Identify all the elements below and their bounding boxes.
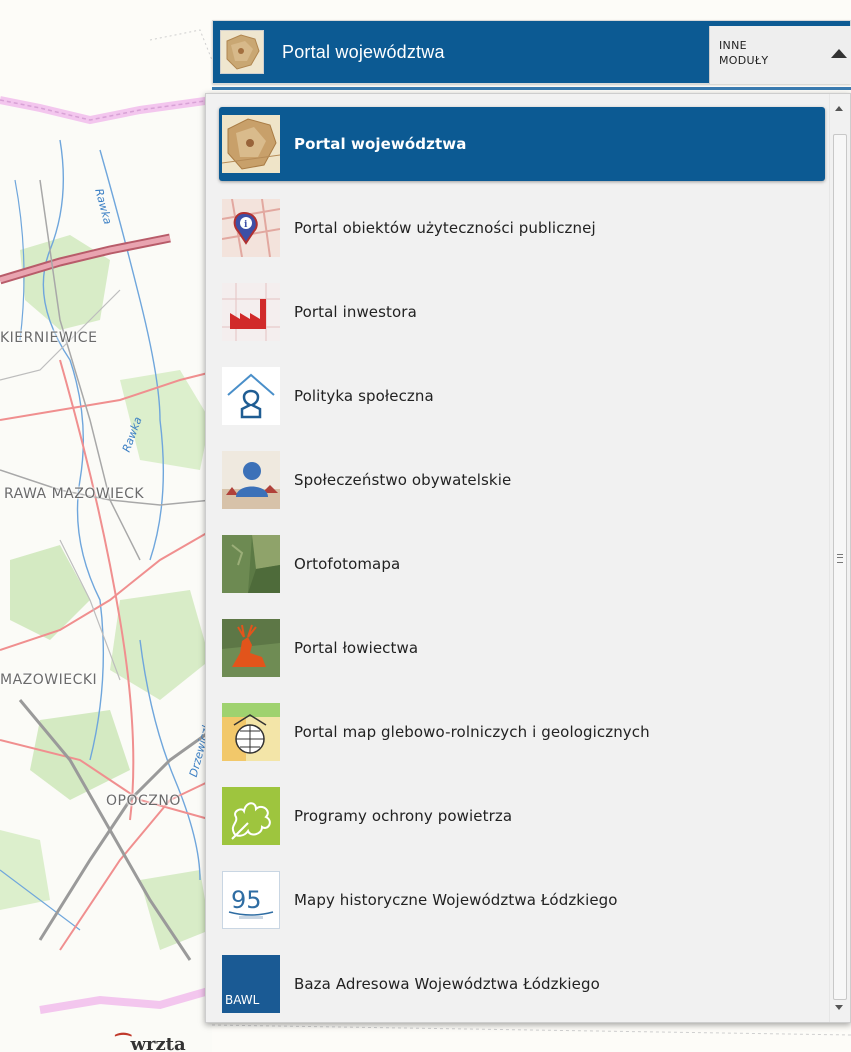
svg-text:95: 95 [231, 886, 262, 914]
portal-selector-header[interactable]: Portal województwa INNE MODUŁY [212, 20, 851, 90]
other-modules-label: INNE MODUŁY [719, 39, 769, 67]
module-item-portal-lowiectwa[interactable]: Portal łowiectwa [219, 611, 825, 685]
info-pin-icon: i [222, 199, 280, 257]
module-label: Portal map glebowo-rolniczych i geologic… [294, 723, 650, 741]
module-item-ochrona-powietrza[interactable]: Programy ochrony powietrza [219, 779, 825, 853]
module-label: Mapy historyczne Województwa Łódzkiego [294, 891, 618, 909]
module-label: Portal obiektów użyteczności publicznej [294, 219, 596, 237]
map-label-mazowiecki: MAZOWIECKI [0, 672, 98, 688]
logo-text: wrzta [130, 1034, 186, 1052]
factory-icon [222, 283, 280, 341]
scrollbar-thumb[interactable] [833, 134, 847, 1000]
module-item-mapy-glebowe[interactable]: Portal map glebowo-rolniczych i geologic… [219, 695, 825, 769]
module-item-obiekty-publiczne[interactable]: i Portal obiektów użyteczności publiczne… [219, 191, 825, 265]
module-item-mapy-historyczne[interactable]: 95 Mapy historyczne Województwa Łódzkieg… [219, 863, 825, 937]
logo-mark-icon: ⁀ [116, 1034, 131, 1052]
historical-95-icon: 95 [222, 871, 280, 929]
module-label: Portal województwa [294, 135, 467, 153]
module-label: Polityka społeczna [294, 387, 434, 405]
map-label-rawa-mazowiecka: RAWA MAZOWIECK [4, 486, 145, 502]
module-label: Społeczeństwo obywatelskie [294, 471, 512, 489]
module-label: Ortofotomapa [294, 555, 401, 573]
aerial-photo-icon [222, 535, 280, 593]
scroll-grip-icon [837, 554, 843, 563]
header-title: Portal województwa [282, 41, 445, 62]
svg-text:i: i [244, 220, 248, 230]
scroll-down-arrow-icon[interactable] [835, 1005, 843, 1010]
module-item-portal-inwestora[interactable]: Portal inwestora [219, 275, 825, 349]
deer-icon [222, 619, 280, 677]
collapse-arrow-icon[interactable] [831, 49, 847, 58]
other-modules-toggle[interactable]: INNE MODUŁY [709, 26, 851, 84]
region-map-thumbnail-icon [222, 115, 280, 173]
map-label-opoczno: OPOCZNO [106, 793, 181, 809]
header-underline [212, 87, 851, 90]
module-item-portal-wojewodztwa[interactable]: Portal województwa [219, 107, 825, 181]
citizen-silhouette-icon [222, 451, 280, 509]
bawl-logo-icon: BAWL [222, 955, 280, 1013]
module-label: Baza Adresowa Województwa Łódzkiego [294, 975, 600, 993]
scroll-up-arrow-icon[interactable] [835, 106, 843, 111]
modules-dropdown[interactable]: Portal województwa i Portal obiektów uży… [205, 93, 851, 1023]
map-footer-logo: ⁀wrzta [116, 1034, 186, 1052]
soil-globe-icon [222, 703, 280, 761]
dropdown-scrollbar[interactable] [829, 94, 850, 1022]
module-item-polityka-spoleczna[interactable]: Polityka społeczna [219, 359, 825, 433]
oak-leaf-icon [222, 787, 280, 845]
module-item-baza-adresowa[interactable]: BAWL Baza Adresowa Województwa Łódzkiego [219, 947, 825, 1021]
module-label: Programy ochrony powietrza [294, 807, 513, 825]
house-person-icon [222, 367, 280, 425]
region-map-thumbnail-icon [220, 30, 264, 74]
module-label: Portal inwestora [294, 303, 417, 321]
map-label-skierniewice: KIERNIEWICE [0, 330, 98, 346]
module-label: Portal łowiectwa [294, 639, 419, 657]
module-item-spoleczenstwo-obywatelskie[interactable]: Społeczeństwo obywatelskie [219, 443, 825, 517]
modules-list: Portal województwa i Portal obiektów uży… [206, 94, 828, 1022]
module-item-ortofotomapa[interactable]: Ortofotomapa [219, 527, 825, 601]
